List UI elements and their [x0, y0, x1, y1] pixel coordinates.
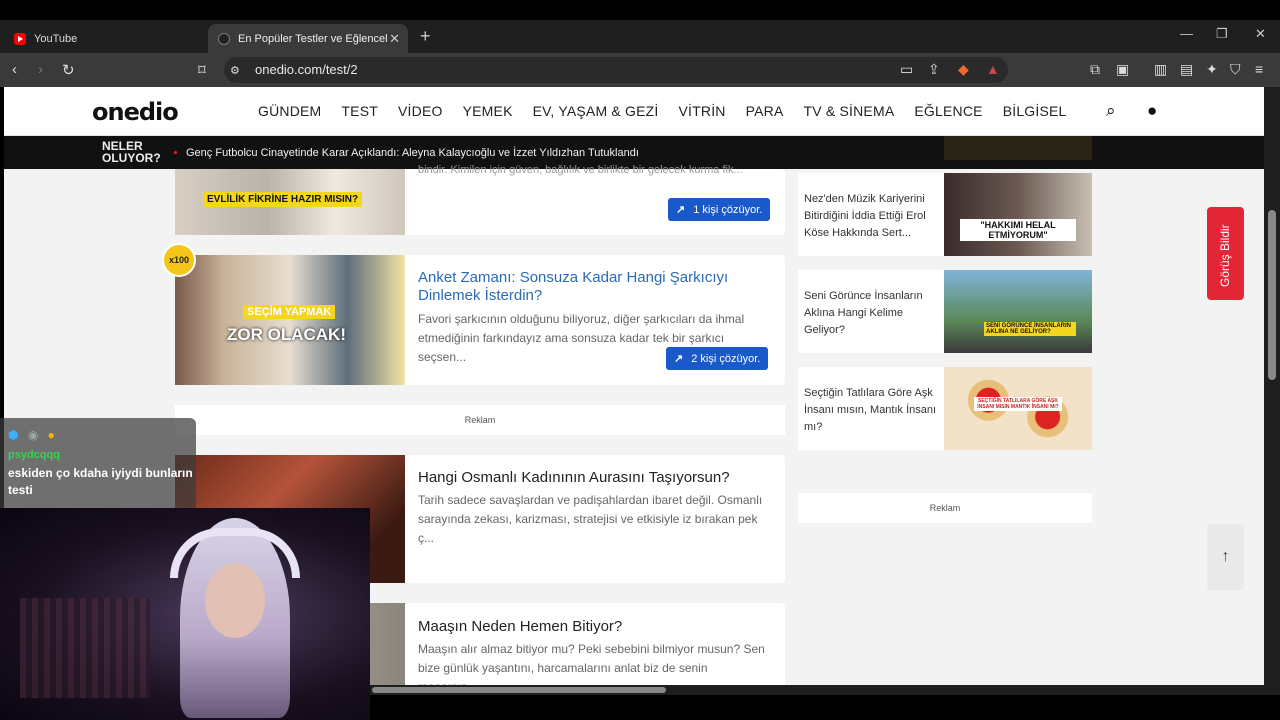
sidebar-icon[interactable]: ▥	[1154, 61, 1167, 78]
image-caption: EVLİLİK FİKRİNE HAZIR MISIN?	[203, 192, 363, 207]
solver-count: 2 kişi çözüyor.	[691, 352, 761, 365]
new-tab-button[interactable]: +	[420, 26, 431, 47]
image-caption: ZOR OLACAK!	[227, 325, 346, 344]
test-card-image: EVLİLİK FİKRİNE HAZIR MISIN?	[175, 169, 405, 235]
reload-icon[interactable]: ↻	[62, 61, 75, 79]
brave-rewards-icon[interactable]: ▲	[986, 61, 1000, 77]
badge-icon: ⬢	[8, 428, 19, 442]
trending-icon: ↗	[676, 204, 686, 216]
sidebar-card[interactable]: Nez'den Müzik Kariyerini Bitirdiğini İdd…	[798, 173, 1092, 256]
badge-icon: ◉	[27, 428, 39, 442]
tab-label: En Popüler Testler ve Eğlenceli Q	[238, 32, 388, 45]
solver-badge[interactable]: ↗ 1 kişi çözüyor.	[668, 198, 771, 221]
nav-item[interactable]: VİTRİN	[679, 103, 726, 119]
sidebar-card-title: Nez'den Müzik Kariyerini Bitirdiğini İdd…	[804, 193, 926, 239]
sidebar-card-title: Seni Görünce İnsanların Aklına Hangi Kel…	[804, 290, 923, 336]
back-icon[interactable]: ‹	[12, 61, 17, 78]
chat-message: eskiden ço kdaha iyiydi bunların testi	[8, 466, 193, 497]
tab-youtube[interactable]: YouTube	[6, 24, 196, 53]
site-header: onedio GÜNDEM TEST VİDEO YEMEK EV, YAŞAM…	[4, 87, 1264, 136]
x100-badge: x100	[162, 243, 196, 277]
forward-icon[interactable]: ›	[38, 61, 43, 78]
shelf-background	[20, 598, 150, 698]
test-card-title[interactable]: Anket Zamanı: Sonsuza Kadar Hangi Şarkıc…	[418, 269, 768, 305]
badge-icon: ●	[47, 428, 55, 442]
nav-item[interactable]: YEMEK	[463, 103, 513, 119]
scrollbar-thumb[interactable]	[372, 687, 666, 693]
vertical-scrollbar[interactable]	[1264, 87, 1280, 685]
youtube-icon	[14, 32, 26, 45]
leo-icon[interactable]: ✦	[1206, 61, 1218, 78]
chat-badges: ⬢ ◉ ●	[8, 428, 55, 442]
tab-label: YouTube	[34, 32, 78, 45]
stream-chat-overlay: ⬢ ◉ ● psydcqqq eskiden ço kdaha iyiydi b…	[0, 418, 196, 508]
reader-icon[interactable]: ▣	[1116, 61, 1129, 78]
site-logo[interactable]: onedio	[92, 98, 179, 126]
test-card-desc: Maaşın alır almaz bitiyor mu? Peki sebeb…	[418, 642, 765, 685]
ad-slot: Reklam	[175, 405, 785, 435]
nav-item[interactable]: TV & SİNEMA	[803, 103, 894, 119]
test-card-desc: Tarih sadece savaşlardan ve padişahlarda…	[418, 493, 763, 545]
test-card-desc: bindir. Kimilen için güven, bağlılık ve …	[418, 164, 743, 176]
image-caption: SEÇİM YAPMAK	[243, 305, 336, 319]
sidebar-card-image: SEÇTİĞİN TATLILARA GÖRE AŞK İNSANI MISIN…	[944, 367, 1092, 450]
menu-icon[interactable]: ≡	[1255, 61, 1263, 77]
scroll-top-button[interactable]: ↑	[1207, 524, 1244, 590]
close-window-button[interactable]: ✕	[1255, 26, 1266, 42]
tab-onedio[interactable]: En Popüler Testler ve Eğlenceli Q ✕	[208, 24, 408, 53]
nav-item[interactable]: VİDEO	[398, 103, 443, 119]
url-text: onedio.com/test/2	[255, 62, 358, 77]
trending-icon: ↗	[674, 353, 684, 365]
bookmark-icon[interactable]: ⌑	[198, 61, 206, 79]
main-nav: GÜNDEM TEST VİDEO YEMEK EV, YAŞAM & GEZİ…	[258, 103, 1087, 119]
test-card-title[interactable]: Maaşın Neden Hemen Bitiyor?	[418, 618, 768, 636]
test-card-image: SEÇİM YAPMAK ZOR OLACAK!	[175, 255, 405, 385]
ad-slot: Reklam	[798, 493, 1092, 523]
sidebar-card-title: Seçtiğin Tatlılara Göre Aşk İnsanı mısın…	[804, 387, 937, 433]
test-card-title[interactable]: Hangi Osmanlı Kadınının Aurasını Taşıyor…	[418, 469, 768, 487]
chat-username: psydcqqq	[8, 449, 60, 461]
sidebar-image-partial	[944, 136, 1092, 160]
webcam-overlay	[0, 508, 370, 720]
extensions-icon[interactable]: ⧉	[1090, 61, 1100, 78]
solver-count: 1 kişi çözüyor.	[693, 203, 763, 216]
test-card[interactable]: EVLİLİK FİKRİNE HAZIR MISIN? bindir. Kim…	[175, 164, 785, 235]
tab-strip: YouTube En Popüler Testler ve Eğlenceli …	[0, 20, 1280, 53]
close-tab-icon[interactable]: ✕	[389, 31, 400, 47]
window-top-bar	[0, 0, 1280, 20]
test-card[interactable]: SEÇİM YAPMAK ZOR OLACAK! Anket Zamanı: S…	[175, 255, 785, 385]
ticker-label: NELER OLUYOR?	[102, 139, 161, 165]
site-settings-icon[interactable]: ⚙	[230, 64, 240, 77]
minimize-button[interactable]: —	[1180, 26, 1193, 41]
nav-item[interactable]: EV, YAŞAM & GEZİ	[533, 103, 659, 119]
vpn-icon[interactable]: ⛉	[1230, 61, 1241, 78]
nav-item[interactable]: EĞLENCE	[914, 103, 982, 119]
onedio-favicon-icon	[218, 32, 230, 45]
image-caption: SEÇTİĞİN TATLILARA GÖRE AŞK İNSANI MISIN…	[974, 397, 1062, 411]
nav-item[interactable]: PARA	[746, 103, 784, 119]
brave-shield-icon[interactable]: ◆	[958, 61, 969, 78]
cast-icon[interactable]: ▭	[900, 61, 913, 78]
feedback-button[interactable]: Görüş Bildir	[1207, 207, 1244, 300]
nav-item[interactable]: TEST	[341, 103, 378, 119]
share-icon[interactable]: ⇪	[928, 61, 940, 78]
user-icon[interactable]: ●	[1147, 101, 1157, 121]
nav-item[interactable]: GÜNDEM	[258, 103, 321, 119]
nav-item[interactable]: BİLGİSEL	[1003, 103, 1067, 119]
search-icon[interactable]: ⌕	[1106, 101, 1116, 121]
ticker-dot	[174, 151, 177, 154]
image-caption: SENİ GÖRÜNCE İNSANLARIN AKLINA NE GELİYO…	[984, 322, 1076, 336]
sidebar-card-image: SENİ GÖRÜNCE İNSANLARIN AKLINA NE GELİYO…	[944, 270, 1092, 353]
scrollbar-thumb[interactable]	[1268, 210, 1276, 380]
wallet-icon[interactable]: ▤	[1180, 61, 1193, 78]
restore-button[interactable]: ❐	[1216, 26, 1228, 42]
ticker-headline[interactable]: Genç Futbolcu Cinayetinde Karar Açıkland…	[186, 147, 639, 159]
headphones-icon	[170, 528, 300, 578]
sidebar-card[interactable]: Seni Görünce İnsanların Aklına Hangi Kel…	[798, 270, 1092, 353]
image-caption: "HAKKIMI HELAL ETMİYORUM"	[960, 219, 1076, 241]
sidebar-card[interactable]: Seçtiğin Tatlılara Göre Aşk İnsanı mısın…	[798, 367, 1092, 450]
solver-badge[interactable]: ↗ 2 kişi çözüyor.	[666, 347, 769, 370]
sidebar-card-image: "HAKKIMI HELAL ETMİYORUM"	[944, 173, 1092, 256]
feedback-label: Görüş Bildir	[1218, 224, 1232, 287]
